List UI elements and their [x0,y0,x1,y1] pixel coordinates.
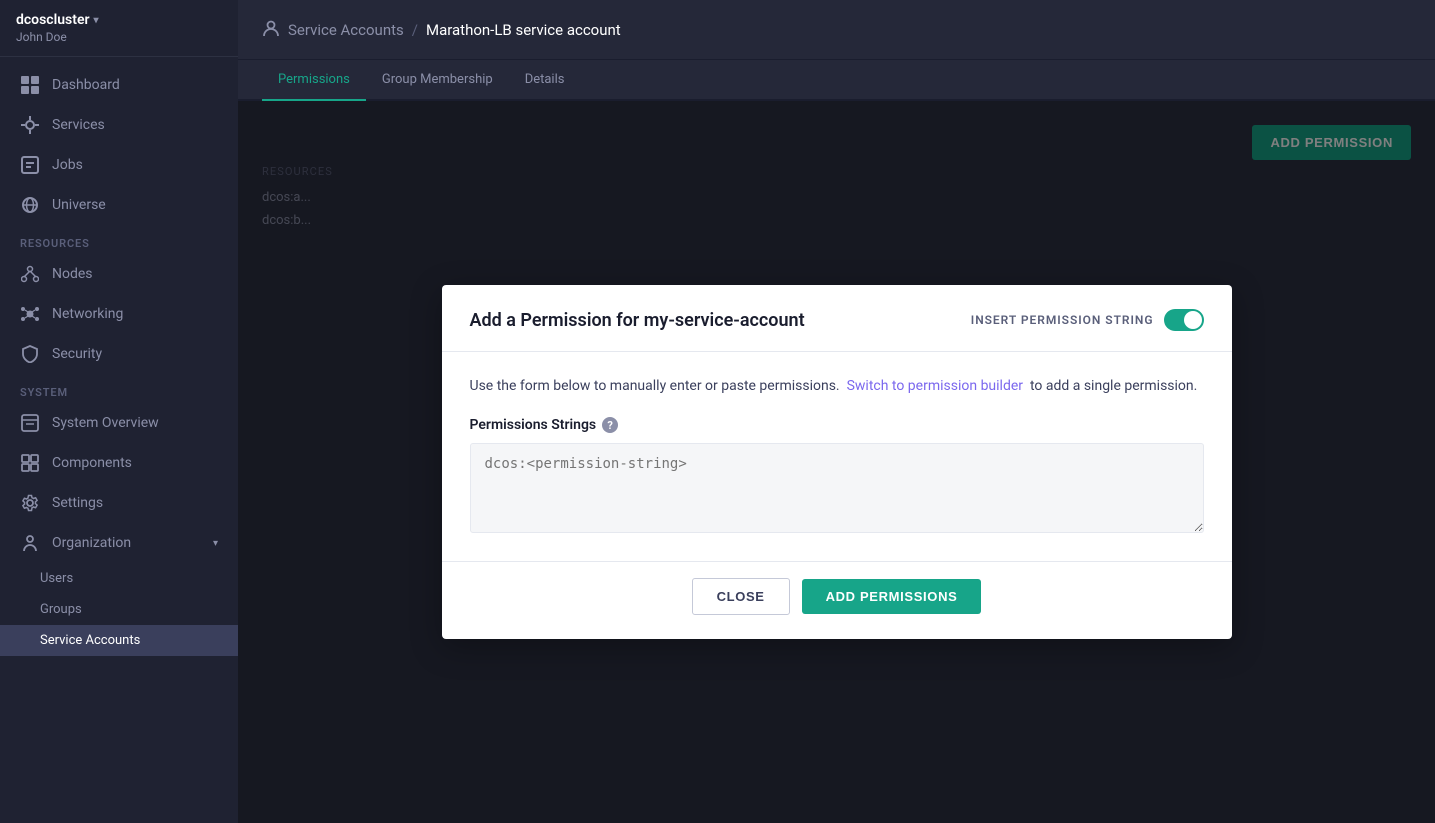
modal-footer: CLOSE ADD PERMISSIONS [442,561,1232,639]
sidebar-item-label: Nodes [52,266,93,282]
breadcrumb-parent[interactable]: Service Accounts [288,21,404,39]
tab-bar: Permissions Group Membership Details [238,60,1435,101]
permission-strings-label: Permissions Strings ? [470,417,1204,433]
breadcrumb-separator: / [412,21,418,39]
sidebar-item-label: System Overview [52,415,159,431]
tab-group-membership[interactable]: Group Membership [366,60,509,101]
sidebar-item-services[interactable]: Services [0,105,238,145]
tab-details[interactable]: Details [509,60,581,101]
user-name: John Doe [16,30,222,44]
sidebar-sub-item-service-accounts[interactable]: Service Accounts [0,625,238,656]
sidebar-sub-item-users[interactable]: Users [0,563,238,594]
sidebar-item-label: Settings [52,495,103,511]
sidebar-item-system-overview[interactable]: System Overview [0,403,238,443]
sidebar-item-organization[interactable]: Organization ▾ [0,523,238,563]
modal-body: Use the form below to manually enter or … [442,352,1232,561]
permission-strings-label-text: Permissions Strings [470,417,597,433]
nodes-icon [20,264,40,284]
caret-icon: ▾ [94,15,99,26]
universe-icon [20,195,40,215]
sidebar-item-universe[interactable]: Universe [0,185,238,225]
sidebar-header: dcoscluster ▾ John Doe [0,0,238,57]
sidebar-sub-item-label: Users [40,571,73,586]
person-icon [262,19,280,41]
jobs-icon [20,155,40,175]
security-icon [20,344,40,364]
sidebar-item-label: Jobs [52,157,83,173]
sidebar-item-dashboard[interactable]: Dashboard [0,65,238,105]
insert-permission-toggle-group: INSERT PERMISSION STRING [971,309,1204,331]
sidebar-item-label: Universe [52,197,106,213]
switch-to-builder-link[interactable]: Switch to permission builder [847,378,1023,394]
add-permissions-button[interactable]: ADD PERMISSIONS [802,579,982,614]
sidebar-item-label: Components [52,455,132,471]
help-icon[interactable]: ? [602,417,618,433]
sidebar: dcoscluster ▾ John Doe Dashboard Service… [0,0,238,823]
permission-strings-input[interactable] [470,443,1204,533]
permission-modal: Add a Permission for my-service-account … [442,285,1232,639]
close-button[interactable]: CLOSE [692,578,790,615]
sidebar-item-label: Networking [52,306,123,322]
breadcrumb-current: Marathon-LB service account [426,21,621,39]
cluster-name[interactable]: dcoscluster ▾ [16,12,222,28]
sidebar-item-components[interactable]: Components [0,443,238,483]
description-suffix-text: to add a single permission. [1030,378,1197,394]
sidebar-item-jobs[interactable]: Jobs [0,145,238,185]
system-section-label: SYSTEM [0,374,238,403]
resources-section-label: RESOURCES [0,225,238,254]
services-icon [20,115,40,135]
org-caret-icon: ▾ [213,538,218,549]
sidebar-item-label: Dashboard [52,77,120,93]
components-icon [20,453,40,473]
sidebar-item-security[interactable]: Security [0,334,238,374]
modal-description: Use the form below to manually enter or … [470,376,1204,397]
networking-icon [20,304,40,324]
sidebar-nav: Dashboard Services Jobs Universe RESOURC… [0,57,238,823]
sidebar-item-settings[interactable]: Settings [0,483,238,523]
breadcrumb: Service Accounts / Marathon-LB service a… [262,19,621,41]
sidebar-item-label: Organization [52,535,131,551]
sidebar-sub-item-label: Groups [40,602,82,617]
sidebar-sub-item-label: Service Accounts [40,633,140,648]
toggle-label: INSERT PERMISSION STRING [971,313,1154,327]
system-overview-icon [20,413,40,433]
modal-overlay: Add a Permission for my-service-account … [238,101,1435,823]
sidebar-item-nodes[interactable]: Nodes [0,254,238,294]
toggle-switch[interactable] [1164,309,1204,331]
description-prefix-text: Use the form below to manually enter or … [470,378,840,394]
sidebar-sub-item-groups[interactable]: Groups [0,594,238,625]
sidebar-item-label: Services [52,117,105,133]
content-area: ADD PERMISSION RESOURCES dcos:a... dcos:… [238,101,1435,823]
modal-title: Add a Permission for my-service-account [470,310,805,331]
sidebar-item-label: Security [52,346,102,362]
modal-header: Add a Permission for my-service-account … [442,285,1232,352]
tab-permissions[interactable]: Permissions [262,60,366,101]
cluster-name-text: dcoscluster [16,12,90,28]
main-content: Service Accounts / Marathon-LB service a… [238,0,1435,823]
dashboard-icon [20,75,40,95]
organization-icon [20,533,40,553]
settings-icon [20,493,40,513]
topbar: Service Accounts / Marathon-LB service a… [238,0,1435,60]
sidebar-item-networking[interactable]: Networking [0,294,238,334]
